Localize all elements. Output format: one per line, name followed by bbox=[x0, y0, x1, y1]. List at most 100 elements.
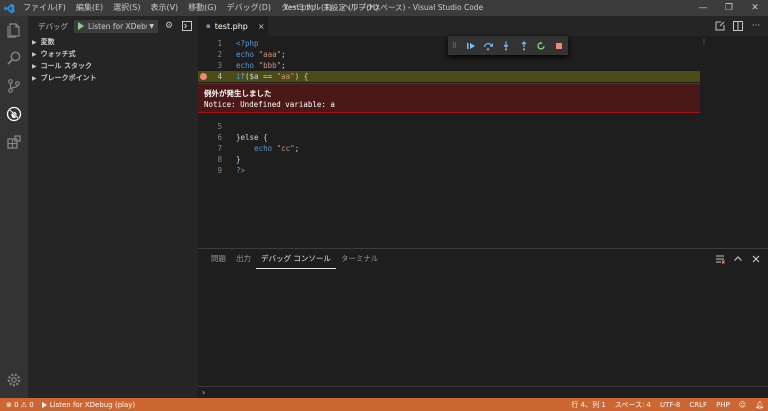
php-file-icon: ▪ bbox=[206, 22, 211, 30]
encoding[interactable]: UTF-8 bbox=[660, 401, 680, 409]
open-console-icon[interactable] bbox=[180, 19, 194, 33]
menu-selection[interactable]: 選択(S) bbox=[108, 0, 145, 16]
section-breakpoints[interactable]: ▶ ブレークポイント bbox=[28, 72, 198, 84]
step-into-button[interactable] bbox=[497, 36, 515, 55]
exception-title: 例外が発生しました bbox=[204, 89, 272, 98]
line-number: 9 bbox=[217, 166, 222, 175]
error-icon: ⊗ bbox=[6, 400, 15, 409]
section-label: ウォッチ式 bbox=[40, 50, 76, 58]
chevron-up-icon[interactable] bbox=[730, 251, 746, 267]
close-window-button[interactable]: ✕ bbox=[742, 0, 768, 16]
tab-problems[interactable]: 問題 bbox=[206, 249, 231, 269]
warning-count: 0 bbox=[29, 400, 34, 409]
menu-debug[interactable]: デバッグ(D) bbox=[222, 0, 276, 16]
code-text: }else { bbox=[236, 133, 268, 142]
feedback-icon[interactable]: ☺ bbox=[739, 401, 746, 409]
tab-debug-console[interactable]: デバッグ コンソール bbox=[256, 250, 336, 269]
status-bar-left: ⊗ 0 ⚠ 0 Listen for XDebug (play) bbox=[0, 401, 143, 409]
editor-actions: ··· bbox=[710, 16, 764, 36]
more-actions-icon[interactable]: ··· bbox=[748, 18, 764, 34]
step-over-button[interactable] bbox=[480, 36, 498, 55]
vscode-logo-icon bbox=[0, 0, 18, 16]
status-bar-right: 行 4、列 1 スペース: 4 UTF-8 CRLF PHP ☺ 🔔︎ bbox=[562, 398, 764, 411]
chevron-right-icon: ▶ bbox=[32, 74, 37, 82]
chevron-down-icon: ▼ bbox=[149, 22, 154, 30]
editor-tabs: ▪ test.php × ··· bbox=[198, 16, 768, 36]
split-editor-icon[interactable] bbox=[730, 18, 746, 34]
code-line: 7 echo "cc"; bbox=[198, 143, 700, 154]
restore-button[interactable]: ❐ bbox=[716, 0, 742, 16]
source-control-icon[interactable] bbox=[0, 72, 28, 100]
activity-bar bbox=[0, 16, 28, 398]
close-icon[interactable]: × bbox=[258, 22, 265, 31]
end-of-line[interactable]: CRLF bbox=[689, 401, 707, 409]
files-icon[interactable] bbox=[0, 16, 28, 44]
overview-ruler-icon: ⁞ bbox=[703, 38, 705, 46]
line-number: 6 bbox=[217, 133, 222, 142]
menu-bar: ファイル(F) 編集(E) 選択(S) 表示(V) 移動(G) デバッグ(D) … bbox=[18, 0, 383, 16]
cursor-position[interactable]: 行 4、列 1 bbox=[571, 400, 605, 410]
chevron-right-icon: ▶ bbox=[32, 38, 37, 46]
bottom-panel: 問題 出力 デバッグ コンソール ターミナル › bbox=[198, 248, 768, 398]
console-prompt-icon: › bbox=[202, 388, 206, 397]
drag-handle-icon[interactable]: ⠿ bbox=[452, 42, 462, 50]
search-icon[interactable] bbox=[0, 44, 28, 72]
warning-icon: ⚠ bbox=[18, 400, 30, 409]
tab-label: test.php bbox=[214, 21, 248, 31]
code-line: 8 } bbox=[198, 154, 700, 165]
section-label: ブレークポイント bbox=[40, 74, 97, 82]
restart-button[interactable] bbox=[533, 36, 551, 55]
language-mode[interactable]: PHP bbox=[716, 401, 730, 409]
chevron-right-icon: ▶ bbox=[32, 50, 37, 58]
close-panel-icon[interactable] bbox=[748, 251, 764, 267]
window-controls: — ❐ ✕ bbox=[690, 0, 768, 16]
debug-toolbar: ⠿ bbox=[448, 36, 568, 55]
stop-button[interactable] bbox=[550, 36, 568, 55]
section-variables[interactable]: ▶ 変数 bbox=[28, 36, 198, 48]
step-out-button[interactable] bbox=[515, 36, 533, 55]
section-call-stack[interactable]: ▶ コール スタック bbox=[28, 60, 198, 72]
line-number: 2 bbox=[217, 50, 222, 59]
step-over-icon bbox=[484, 42, 494, 50]
minimize-button[interactable]: — bbox=[690, 0, 716, 16]
play-icon bbox=[41, 401, 47, 408]
debug-config-name: Listen for XDebug ( bbox=[88, 21, 147, 31]
start-debugging-icon[interactable] bbox=[78, 22, 84, 30]
problems-status[interactable]: ⊗ 0 ⚠ 0 bbox=[6, 401, 34, 409]
panel-actions bbox=[710, 251, 764, 267]
notifications-icon[interactable]: 🔔︎ bbox=[755, 401, 764, 409]
debug-config-select[interactable]: Listen for XDebug ( ▼ bbox=[74, 19, 158, 33]
exception-message: Notice: Undefined variable: a bbox=[204, 100, 335, 109]
tab-terminal[interactable]: ターミナル bbox=[336, 249, 384, 269]
debug-config-status: Listen for XDebug (play) bbox=[49, 400, 136, 409]
menu-go[interactable]: 移動(G) bbox=[183, 0, 221, 16]
clear-console-icon[interactable] bbox=[712, 251, 728, 267]
debug-status[interactable]: Listen for XDebug (play) bbox=[41, 400, 136, 409]
continue-button[interactable] bbox=[462, 36, 480, 55]
menu-terminal[interactable]: ターミナル(T) bbox=[276, 0, 337, 16]
debug-icon[interactable] bbox=[0, 100, 28, 128]
status-bar: ⊗ 0 ⚠ 0 Listen for XDebug (play) 行 4、列 1… bbox=[0, 398, 768, 411]
open-changes-icon[interactable] bbox=[712, 18, 728, 34]
code-line: 6 }else { bbox=[198, 132, 700, 143]
menu-help[interactable]: ヘルプ(H) bbox=[337, 0, 383, 16]
tab-output[interactable]: 出力 bbox=[231, 249, 256, 269]
debug-view-header: デバッグ Listen for XDebug ( ▼ ⚙ bbox=[28, 16, 198, 36]
exception-widget: 例外が発生しました Notice: Undefined variable: a bbox=[198, 83, 700, 113]
debug-console-input[interactable]: › bbox=[198, 386, 768, 398]
code-text: <?php bbox=[236, 39, 259, 48]
tab-test-php[interactable]: ▪ test.php × bbox=[198, 16, 268, 36]
code-line: 3 echo "bbb"; bbox=[198, 60, 700, 71]
step-into-icon bbox=[503, 41, 509, 50]
menu-edit[interactable]: 編集(E) bbox=[71, 0, 108, 16]
indentation[interactable]: スペース: 4 bbox=[615, 400, 651, 410]
gear-icon[interactable]: ⚙ bbox=[162, 19, 176, 33]
code-line: 9 ?> bbox=[198, 165, 700, 176]
gear-icon[interactable] bbox=[0, 366, 28, 394]
menu-view[interactable]: 表示(V) bbox=[145, 0, 183, 16]
code-editor[interactable]: 1 <?php 2 echo "aaa"; 3 echo "bbb"; 4 if… bbox=[198, 36, 768, 248]
extensions-icon[interactable] bbox=[0, 128, 28, 156]
menu-file[interactable]: ファイル(F) bbox=[18, 0, 71, 16]
code-text: if($a == "aa") { bbox=[236, 72, 309, 81]
section-watch[interactable]: ▶ ウォッチ式 bbox=[28, 48, 198, 60]
